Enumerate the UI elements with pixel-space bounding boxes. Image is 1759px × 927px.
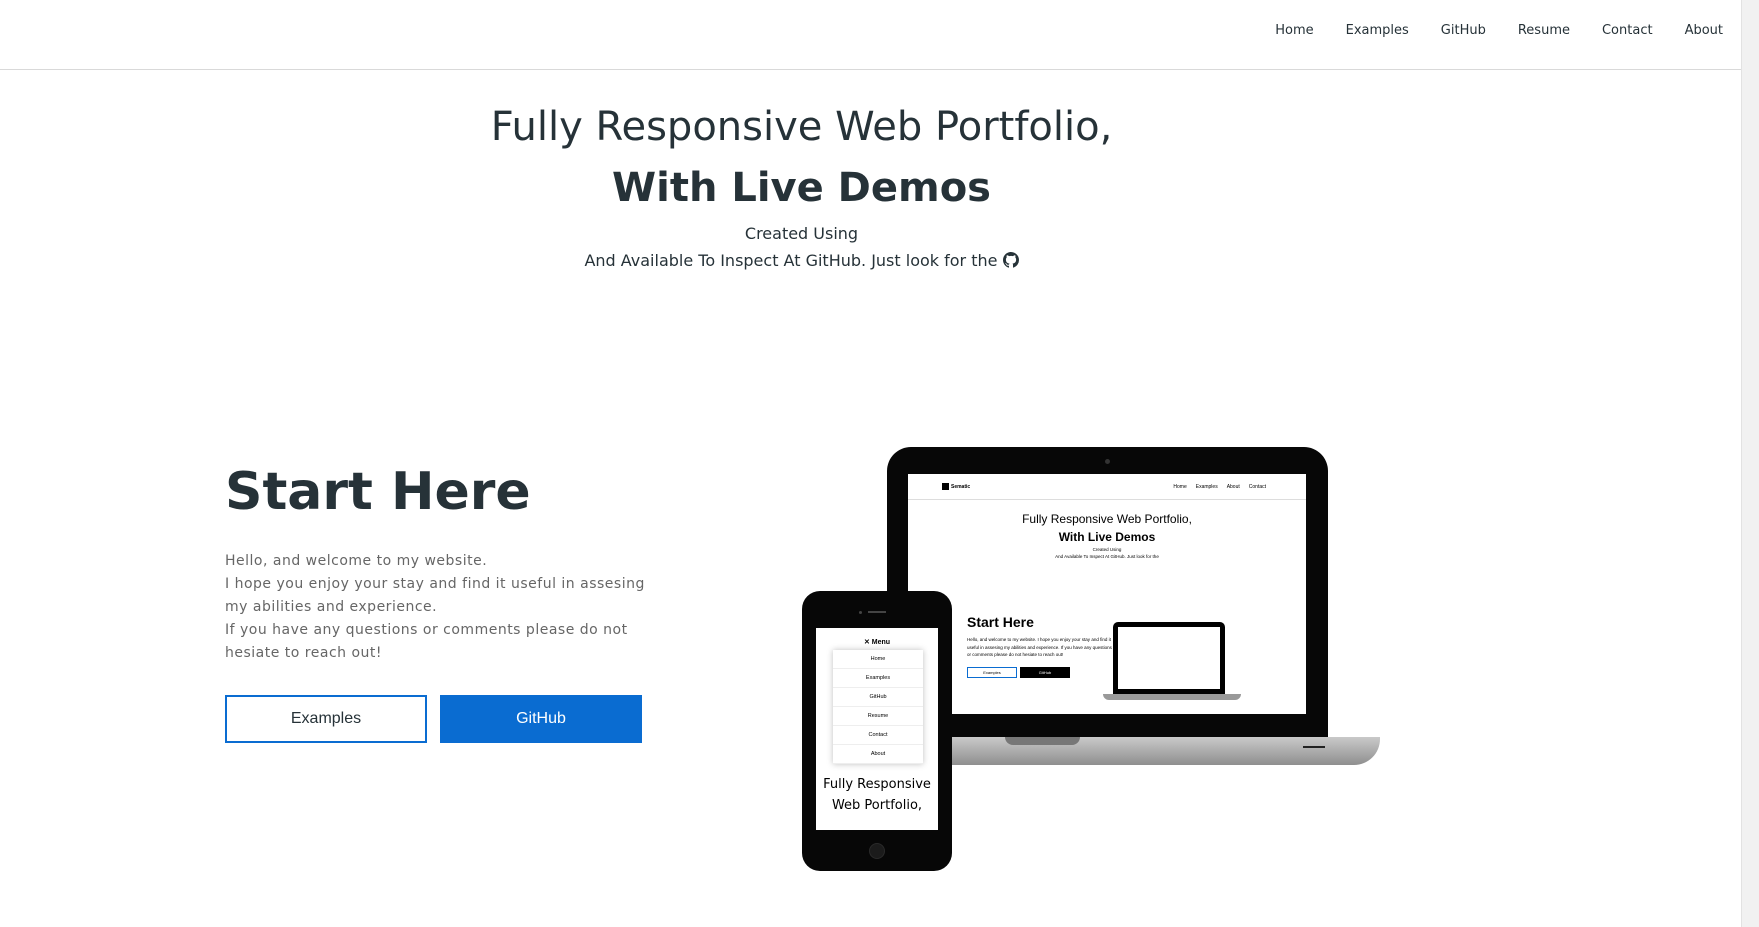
mockup-start-title: Start Here bbox=[967, 614, 1034, 630]
phone-menu: Home Examples GitHub Resume Contact Abou… bbox=[833, 650, 923, 764]
phone-menu-item: Examples bbox=[833, 669, 923, 688]
phone-speaker bbox=[868, 611, 886, 613]
laptop-led bbox=[1303, 746, 1325, 748]
mockup-links: Home Examples About Contact bbox=[1173, 484, 1266, 490]
mockup-laptop-icon bbox=[1103, 622, 1241, 700]
hero-title: Fully Responsive Web Portfolio, bbox=[490, 104, 1113, 150]
mockup-start: Start Here Hello, and welcome to my webs… bbox=[967, 614, 1117, 678]
mockup-start-text: Hello, and welcome to my website. I hope… bbox=[967, 637, 1112, 657]
mockup-subtitle: With Live Demos bbox=[1058, 530, 1156, 544]
mockup-link: Examples bbox=[1195, 484, 1218, 490]
mockup-logo-text: Sematic bbox=[951, 483, 971, 490]
phone-menu-label: Menu bbox=[871, 639, 891, 646]
phone-menu-header: ✕ Menu bbox=[816, 638, 938, 646]
laptop-mockup: Sematic Home Examples About Contact Full… bbox=[887, 447, 1328, 742]
hero-github-text: And Available To Inspect At GitHub. Just… bbox=[584, 251, 998, 270]
mockup-logo: Sematic bbox=[942, 483, 970, 490]
navbar: Home Examples GitHub Resume Contact Abou… bbox=[0, 0, 1741, 70]
mockup-hero: Fully Responsive Web Portfolio, With Liv… bbox=[908, 510, 1306, 560]
scrollbar[interactable] bbox=[1741, 0, 1759, 927]
examples-button[interactable]: Examples bbox=[225, 695, 427, 743]
nav-item-contact[interactable]: Contact bbox=[1602, 23, 1653, 38]
devices-illustration: Sematic Home Examples About Contact Full… bbox=[800, 447, 1380, 877]
start-buttons: Examples GitHub bbox=[225, 695, 655, 743]
start-intro: Hello, and welcome to my website. I hope… bbox=[225, 550, 655, 665]
close-icon: ✕ bbox=[863, 639, 872, 646]
phone-menu-item: Resume bbox=[833, 707, 923, 726]
start-paragraph: I hope you enjoy your stay and find it u… bbox=[225, 576, 645, 615]
phone-menu-item: Home bbox=[833, 650, 923, 669]
mockup-link: Contact bbox=[1248, 484, 1266, 490]
nav-item-about[interactable]: About bbox=[1685, 23, 1723, 38]
home-button-icon bbox=[869, 843, 885, 859]
mockup-laptop-display bbox=[1118, 627, 1220, 689]
start-title: Start Here bbox=[225, 462, 531, 522]
mockup-title: Fully Responsive Web Portfolio, bbox=[1022, 512, 1192, 526]
hero-github-line: And Available To Inspect At GitHub. Just… bbox=[0, 247, 1603, 274]
start-paragraph: If you have any questions or comments pl… bbox=[225, 622, 628, 661]
nav-item-resume[interactable]: Resume bbox=[1518, 23, 1570, 38]
camera-icon bbox=[1105, 459, 1110, 464]
mockup-laptop-screen bbox=[1113, 622, 1225, 694]
nav-item-home[interactable]: Home bbox=[1275, 23, 1313, 38]
start-section: Start Here Hello, and welcome to my webs… bbox=[225, 460, 655, 743]
mockup-navbar: Sematic Home Examples About Contact bbox=[908, 474, 1306, 500]
mockup-buttons: Examples GitHub bbox=[967, 666, 1117, 678]
laptop-display: Sematic Home Examples About Contact Full… bbox=[908, 474, 1306, 714]
logo-icon bbox=[942, 483, 949, 490]
phone-menu-item: About bbox=[833, 745, 923, 764]
mockup-laptop-base bbox=[1103, 694, 1241, 700]
mockup-examples-button: Examples bbox=[967, 666, 1017, 678]
hero-subtitle: With Live Demos bbox=[612, 165, 991, 211]
github-button[interactable]: GitHub bbox=[440, 695, 642, 743]
nav-menu: Home Examples GitHub Resume Contact Abou… bbox=[1243, 23, 1723, 38]
mockup-link: Home bbox=[1173, 484, 1187, 490]
mockup-line1: Created Using bbox=[1092, 547, 1122, 552]
github-icon[interactable] bbox=[1002, 249, 1019, 268]
phone-camera-icon bbox=[859, 611, 862, 614]
mockup-line2: And Available To Inspect At GitHub. Just… bbox=[1055, 554, 1159, 559]
start-paragraph: Hello, and welcome to my website. bbox=[225, 553, 488, 569]
hero: Fully Responsive Web Portfolio, With Liv… bbox=[0, 100, 1603, 274]
phone-title: Fully Responsive Web Portfolio, bbox=[823, 777, 931, 813]
phone-screen: ✕ Menu Home Examples GitHub Resume Conta… bbox=[816, 628, 938, 830]
laptop-notch bbox=[1005, 737, 1080, 745]
phone-menu-item: GitHub bbox=[833, 688, 923, 707]
nav-item-examples[interactable]: Examples bbox=[1346, 23, 1409, 38]
hero-created-using: Created Using bbox=[744, 224, 859, 243]
phone-mockup: ✕ Menu Home Examples GitHub Resume Conta… bbox=[802, 591, 952, 871]
nav-item-github[interactable]: GitHub bbox=[1441, 23, 1486, 38]
mockup-github-button: GitHub bbox=[1020, 666, 1070, 678]
phone-menu-item: Contact bbox=[833, 726, 923, 745]
mockup-link: About bbox=[1226, 484, 1240, 490]
